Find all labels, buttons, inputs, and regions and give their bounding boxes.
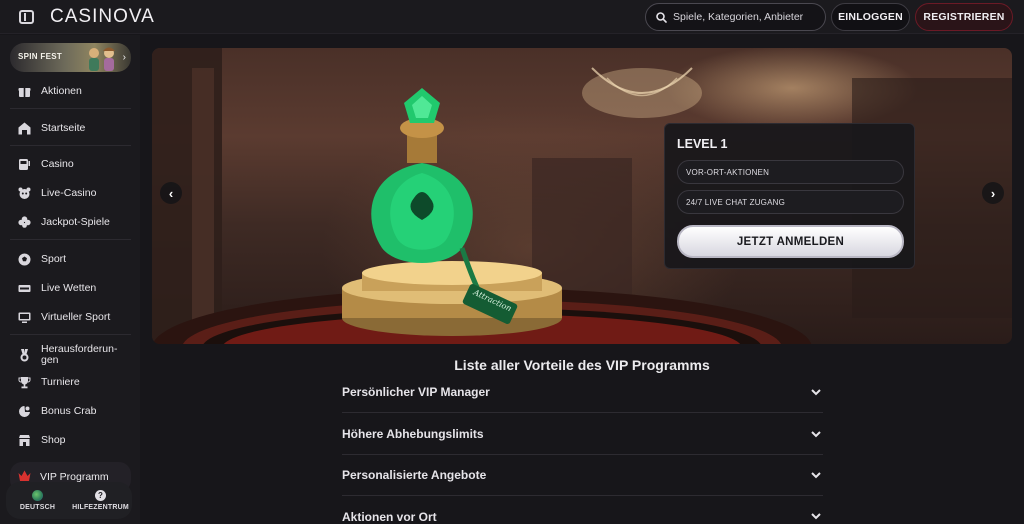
help-center-button[interactable]: ? HILFEZENTRUM [69, 482, 132, 519]
chevron-down-icon [811, 388, 821, 395]
sidebar-item-virtueller-sport[interactable]: Virtueller Sport [10, 306, 131, 328]
sidebar-divider [10, 108, 131, 109]
sidebar-item-casino[interactable]: Casino [10, 153, 131, 175]
benefit-label: Aktionen vor Ort [342, 509, 437, 524]
benefit-label: Höhere Abhebungslimits [342, 427, 484, 441]
sidebar-item-bonus-crab[interactable]: Bonus Crab [10, 400, 131, 422]
sidebar-item-startseite[interactable]: Startseite [10, 117, 131, 139]
casinova-logo[interactable]: CASINOVA [50, 6, 155, 28]
sidebar-item-jackpot-spiele[interactable]: Jackpot-Spiele [10, 211, 131, 233]
spin-fest-promo-banner[interactable]: SPIN FEST › [10, 43, 131, 72]
sidebar-item-label: Live Wetten [41, 281, 97, 294]
vip-level-card: LEVEL 1 VOR-ORT-AKTIONEN 24/7 LIVE CHAT … [664, 123, 915, 269]
search-input[interactable] [673, 11, 823, 23]
sidebar-toggle-icon[interactable] [19, 10, 34, 24]
benefit-label: Persönlicher VIP Manager [342, 385, 490, 399]
join-now-button[interactable]: JETZT ANMELDEN [677, 225, 904, 258]
chevron-down-icon [811, 430, 821, 437]
register-button[interactable]: REGISTRIEREN [915, 3, 1013, 31]
benefit-accordion-item[interactable]: Personalisierte Angebote [342, 455, 823, 496]
crab-claw-icon [17, 404, 31, 418]
chevron-right-icon: › [990, 185, 996, 201]
sidebar-item-sport[interactable]: Sport [10, 248, 131, 270]
help-label: HILFEZENTRUM [72, 504, 129, 511]
benefit-accordion-item[interactable]: Höhere Abhebungslimits [342, 414, 823, 455]
benefit-label: Personalisierte Angebote [342, 468, 487, 482]
sidebar-item-aktionen[interactable]: Aktionen [10, 80, 131, 102]
sidebar-item-label: Virtueller Sport [41, 310, 111, 323]
language-selector[interactable]: DEUTSCH [6, 482, 69, 519]
chevron-left-icon: ‹ [168, 185, 174, 201]
medal-icon [17, 348, 31, 362]
sidebar: SPIN FEST › Aktionen Startseite Casino L… [0, 35, 140, 524]
sidebar-divider [10, 145, 131, 146]
language-label: DEUTSCH [19, 504, 56, 511]
gift-icon [17, 84, 31, 98]
sidebar-item-label: Shop [41, 433, 66, 446]
level-title: LEVEL 1 [677, 137, 728, 151]
sidebar-item-label: Herausforderun-gen [41, 343, 118, 366]
benefits-title: Liste aller Vorteile des VIP Programms [454, 357, 710, 373]
sidebar-item-label: Aktionen [41, 84, 82, 97]
vip-hero-banner: Attraction ‹ › LEVEL 1 VOR-ORT-AKTIONEN … [152, 48, 1012, 344]
chevron-down-icon [811, 471, 821, 478]
sidebar-item-label: Turniere [41, 375, 80, 388]
home-icon [17, 121, 31, 135]
sidebar-item-live-casino[interactable]: Live-Casino [10, 182, 131, 204]
sidebar-item-label: Bonus Crab [41, 404, 97, 417]
clover-icon [17, 215, 31, 229]
sidebar-item-label: Live-Casino [41, 186, 97, 199]
search-icon [656, 11, 667, 23]
sidebar-item-label: Sport [41, 252, 67, 265]
live-badge-icon [17, 281, 31, 295]
benefit-accordion-item[interactable]: Persönlicher VIP Manager [342, 372, 823, 413]
chevron-down-icon [811, 513, 821, 520]
sidebar-item-label: Casino [41, 157, 74, 170]
carousel-next-button[interactable]: › [982, 182, 1004, 204]
promo-label: SPIN FEST [18, 52, 63, 61]
screen-icon [17, 310, 31, 324]
promo-characters-image [89, 47, 115, 71]
login-button[interactable]: EINLOGGEN [831, 3, 910, 31]
sidebar-item-label: Jackpot-Spiele [41, 215, 110, 228]
sidebar-item-shop[interactable]: Shop [10, 429, 131, 451]
trophy-icon [17, 375, 31, 389]
top-header: CASINOVA EINLOGGEN REGISTRIEREN [0, 0, 1024, 34]
sidebar-item-herausforderungen[interactable]: Herausforderun-gen [10, 342, 131, 368]
sidebar-item-live-wetten[interactable]: Live Wetten [10, 277, 131, 299]
chevron-right-icon: › [122, 52, 126, 63]
soccer-ball-icon [17, 252, 31, 266]
level-perk: 24/7 LIVE CHAT ZUGANG [677, 190, 904, 214]
question-mark-icon: ? [95, 490, 106, 501]
sidebar-item-label: Startseite [41, 121, 86, 134]
globe-icon [32, 490, 43, 501]
sidebar-divider [10, 334, 131, 335]
sidebar-item-turniere[interactable]: Turniere [10, 371, 131, 393]
benefit-accordion-item[interactable]: Aktionen vor Ort [342, 496, 823, 524]
sidebar-footer: DEUTSCH ? HILFEZENTRUM [6, 482, 132, 519]
sidebar-divider [10, 239, 131, 240]
carousel-prev-button[interactable]: ‹ [160, 182, 182, 204]
search-bar[interactable] [645, 3, 826, 31]
slot-machine-icon [17, 157, 31, 171]
live-casino-icon [17, 186, 31, 200]
level-perk: VOR-ORT-AKTIONEN [677, 160, 904, 184]
shop-icon [17, 433, 31, 447]
